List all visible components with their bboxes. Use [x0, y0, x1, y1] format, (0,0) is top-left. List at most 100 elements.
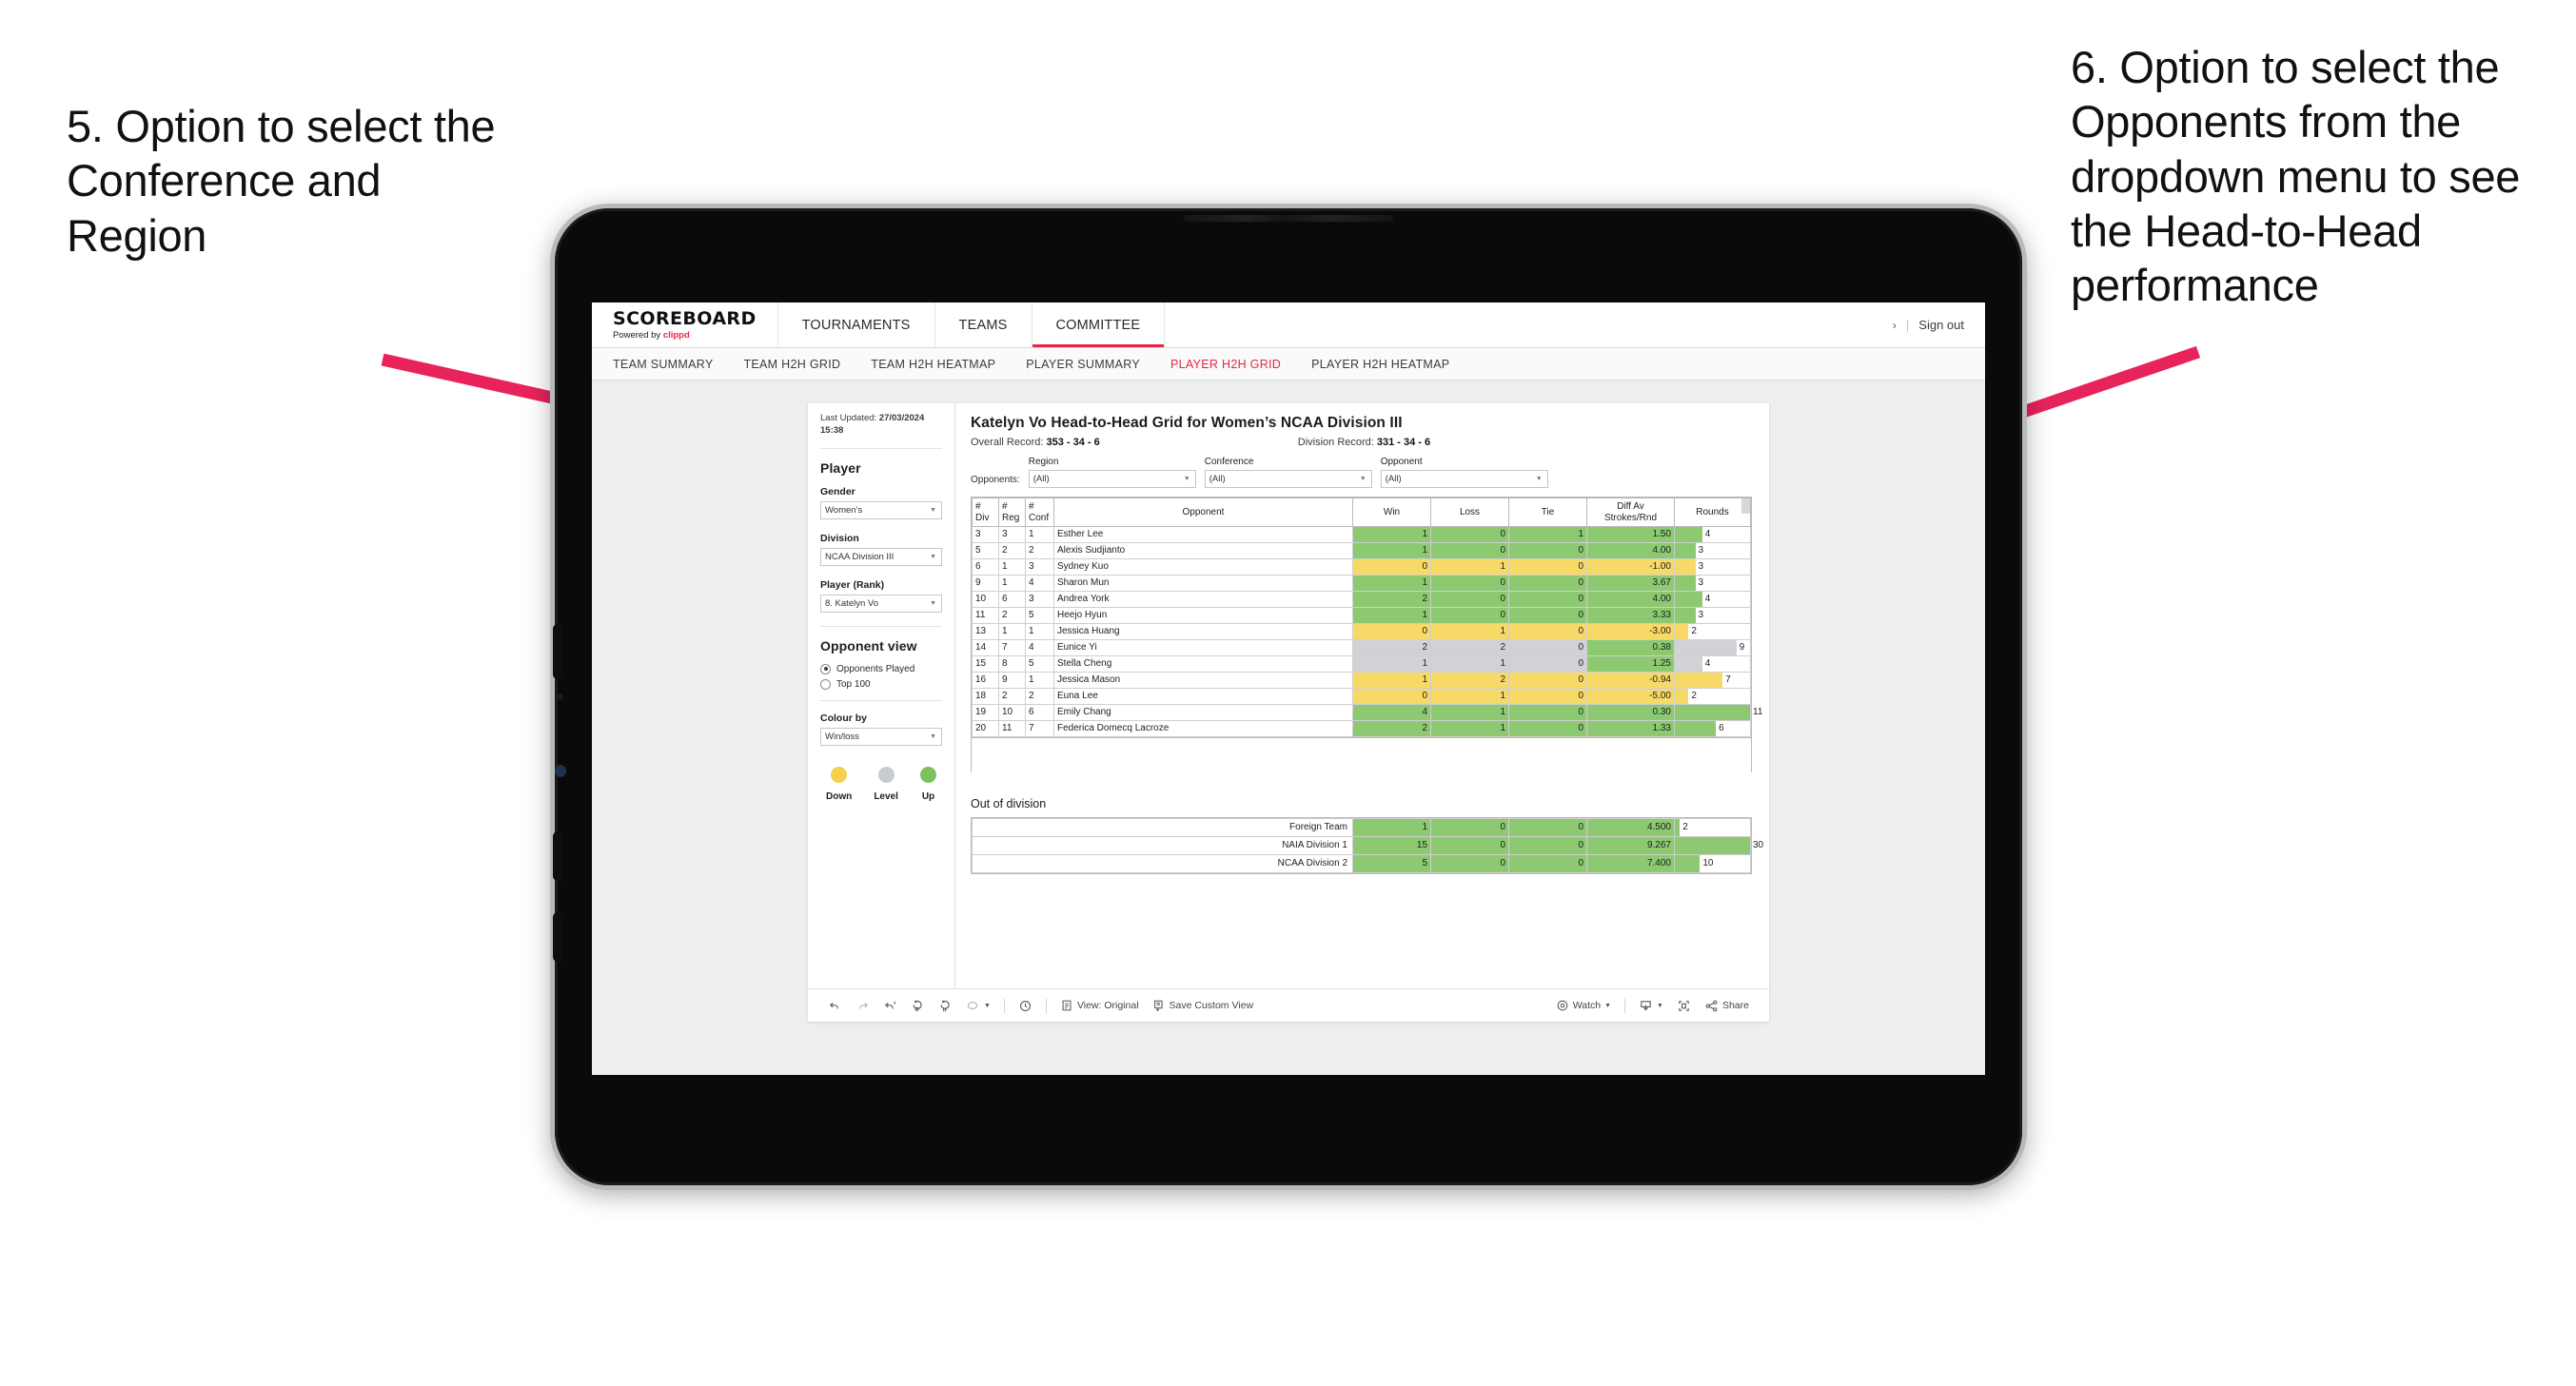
undo-icon[interactable] — [821, 999, 849, 1013]
table-row[interactable]: 9 1 4 Sharon Mun 1 0 0 3.67 3 — [972, 575, 1751, 592]
player-rank-label: Player (Rank) — [820, 578, 885, 591]
cell-div: 10 — [972, 591, 999, 608]
tablet-volume-up-button[interactable] — [553, 831, 562, 881]
cell-diff: 1.50 — [1586, 526, 1675, 543]
subnav-team-summary[interactable]: TEAM SUMMARY — [613, 358, 713, 371]
th-rounds: Rounds — [1674, 498, 1751, 527]
legend-label-level: Level — [874, 791, 898, 802]
player-rank-field: Player (Rank) 8. Katelyn Vo ▼ — [820, 579, 942, 613]
radio-opponents-played[interactable]: Opponents Played — [820, 663, 942, 674]
cell-loss: 1 — [1430, 720, 1509, 737]
subnav-player-summary[interactable]: PLAYER SUMMARY — [1026, 358, 1140, 371]
tablet-volume-down-button[interactable] — [553, 912, 562, 962]
brand-logo[interactable]: SCOREBOARD Powered by clippd — [592, 303, 778, 347]
division-label: Division — [820, 532, 859, 544]
colour-by-select[interactable]: Win/loss ▼ — [820, 727, 942, 746]
th-div-line2: Div — [975, 512, 990, 523]
table-row[interactable]: 20 11 7 Federica Domecq Lacroze 2 1 0 1.33 6 — [972, 720, 1751, 737]
cell-rounds: 2 — [1674, 623, 1751, 640]
subnav-player-h2h-grid[interactable]: PLAYER H2H GRID — [1170, 358, 1281, 371]
fullscreen-icon[interactable] — [1670, 999, 1698, 1013]
out-of-division-row[interactable]: NAIA Division 1 15 0 0 9.267 30 — [972, 836, 1763, 855]
watch-label: Watch — [1572, 1000, 1602, 1011]
legend-label-down: Down — [826, 791, 853, 802]
refresh-icon[interactable] — [904, 999, 932, 1013]
share-button[interactable]: Share — [1698, 999, 1756, 1013]
out-of-division-row[interactable]: Foreign Team 1 0 0 4.500 2 — [972, 818, 1751, 837]
cell-div: 20 — [972, 720, 999, 737]
grid-scrollbar-thumb[interactable] — [1741, 498, 1750, 514]
cell-opponent: Alexis Sudjianto — [1053, 542, 1353, 559]
table-row[interactable]: 15 8 5 Stella Cheng 1 1 0 1.25 4 — [972, 655, 1751, 673]
out-of-division-row[interactable]: NCAA Division 2 5 0 0 7.400 10 — [972, 854, 1751, 873]
table-row[interactable]: 11 2 5 Heejo Hyun 1 0 0 3.33 3 — [972, 607, 1751, 624]
cell-div: 13 — [972, 623, 999, 640]
out-of-division-title: Out of division — [971, 797, 1047, 810]
cell-loss: 1 — [1430, 655, 1509, 673]
cell-conf: 7 — [1025, 720, 1054, 737]
history-icon[interactable] — [1012, 999, 1039, 1013]
cell-rounds: 9 — [1674, 639, 1751, 656]
revert-icon[interactable] — [876, 999, 904, 1013]
redo-icon[interactable] — [849, 999, 876, 1013]
cell-reg: 6 — [998, 591, 1026, 608]
brand-title: SCOREBOARD — [613, 307, 757, 329]
division-record-value: 331 - 34 - 6 — [1376, 437, 1431, 448]
fit-icon[interactable]: ▼ — [959, 999, 997, 1013]
top-nav-teams[interactable]: TEAMS — [935, 303, 1032, 347]
table-row[interactable]: 19 10 6 Emily Chang 4 1 0 0.30 11 — [972, 704, 1762, 721]
subnav-player-h2h-heatmap[interactable]: PLAYER H2H HEATMAP — [1311, 358, 1449, 371]
table-row[interactable]: 13 1 1 Jessica Huang 0 1 0 -3.00 2 — [972, 623, 1751, 640]
cell-div: 15 — [972, 655, 999, 673]
rounds-value: 4 — [1704, 529, 1711, 539]
cell-group-name: Foreign Team — [972, 818, 1353, 837]
h2h-grid[interactable]: # Div # Reg # Conf Opponent Win Loss Tie Di… — [971, 497, 1762, 772]
chevron-down-icon: ▼ — [930, 732, 936, 740]
colour-by-field: Colour by Win/loss ▼ — [820, 713, 942, 746]
radio-top-100[interactable]: Top 100 — [820, 678, 942, 690]
gender-label: Gender — [820, 485, 855, 498]
pause-icon[interactable] — [932, 999, 959, 1013]
table-row[interactable]: 16 9 1 Jessica Mason 1 2 0 -0.94 7 — [972, 672, 1751, 689]
conference-select[interactable]: (All) ▼ — [1204, 470, 1372, 488]
table-row[interactable]: 10 6 3 Andrea York 2 0 0 4.00 4 — [972, 591, 1751, 608]
rounds-value: 2 — [1682, 822, 1688, 832]
opponent-select[interactable]: (All) ▼ — [1380, 470, 1548, 488]
cell-opponent: Federica Domecq Lacroze — [1053, 720, 1353, 737]
rounds-value: 6 — [1719, 723, 1724, 733]
top-nav-committee[interactable]: COMMITTEE — [1032, 303, 1166, 347]
cell-diff: 4.00 — [1586, 591, 1675, 608]
tablet-power-button[interactable] — [553, 624, 562, 679]
cell-rounds: 30 — [1674, 836, 1763, 855]
player-rank-select[interactable]: 8. Katelyn Vo ▼ — [820, 594, 942, 613]
cell-win: 2 — [1352, 591, 1431, 608]
visualization-wrapper: Last Updated: 27/03/2024 15:38 Player Gen… — [592, 381, 1985, 1022]
division-field: Division NCAA Division III ▼ — [820, 533, 942, 566]
cell-reg: 10 — [998, 704, 1026, 721]
chevron-right-icon[interactable]: › — [1893, 319, 1897, 332]
table-row[interactable]: 14 7 4 Eunice Yi 2 2 0 0.38 9 — [972, 639, 1751, 656]
download-icon[interactable]: ▼ — [1632, 999, 1670, 1013]
tablet-mic-dot — [557, 693, 563, 700]
overall-record-value: 353 - 34 - 6 — [1046, 437, 1100, 448]
view-original-button[interactable]: View: Original — [1053, 999, 1146, 1012]
divider — [820, 625, 942, 627]
gender-select[interactable]: Women’s ▼ — [820, 500, 942, 519]
region-select[interactable]: (All) ▼ — [1028, 470, 1196, 488]
cell-div: 19 — [972, 704, 999, 721]
table-row[interactable]: 3 3 1 Esther Lee 1 0 1 1.50 4 — [972, 526, 1751, 543]
th-conf-line2: Conf — [1029, 512, 1050, 523]
subnav-team-h2h-grid[interactable]: TEAM H2H GRID — [743, 358, 840, 371]
top-nav-tournaments[interactable]: TOURNAMENTS — [778, 303, 935, 347]
division-select[interactable]: NCAA Division III ▼ — [820, 547, 942, 566]
watch-button[interactable]: Watch ▼ — [1549, 999, 1618, 1012]
table-row[interactable]: 5 2 2 Alexis Sudjianto 1 0 0 4.00 3 — [972, 542, 1751, 559]
last-updated-time: 15:38 — [820, 424, 844, 436]
table-row[interactable]: 18 2 2 Euna Lee 0 1 0 -5.00 2 — [972, 688, 1751, 705]
subnav-team-h2h-heatmap[interactable]: TEAM H2H HEATMAP — [871, 358, 995, 371]
rounds-value: 7 — [1725, 674, 1731, 685]
table-row[interactable]: 6 1 3 Sydney Kuo 0 1 0 -1.00 3 — [972, 558, 1751, 576]
save-custom-view-button[interactable]: Save Custom View — [1146, 999, 1261, 1012]
rounds-bar — [1675, 656, 1702, 672]
sign-out-link[interactable]: Sign out — [1918, 318, 1964, 332]
